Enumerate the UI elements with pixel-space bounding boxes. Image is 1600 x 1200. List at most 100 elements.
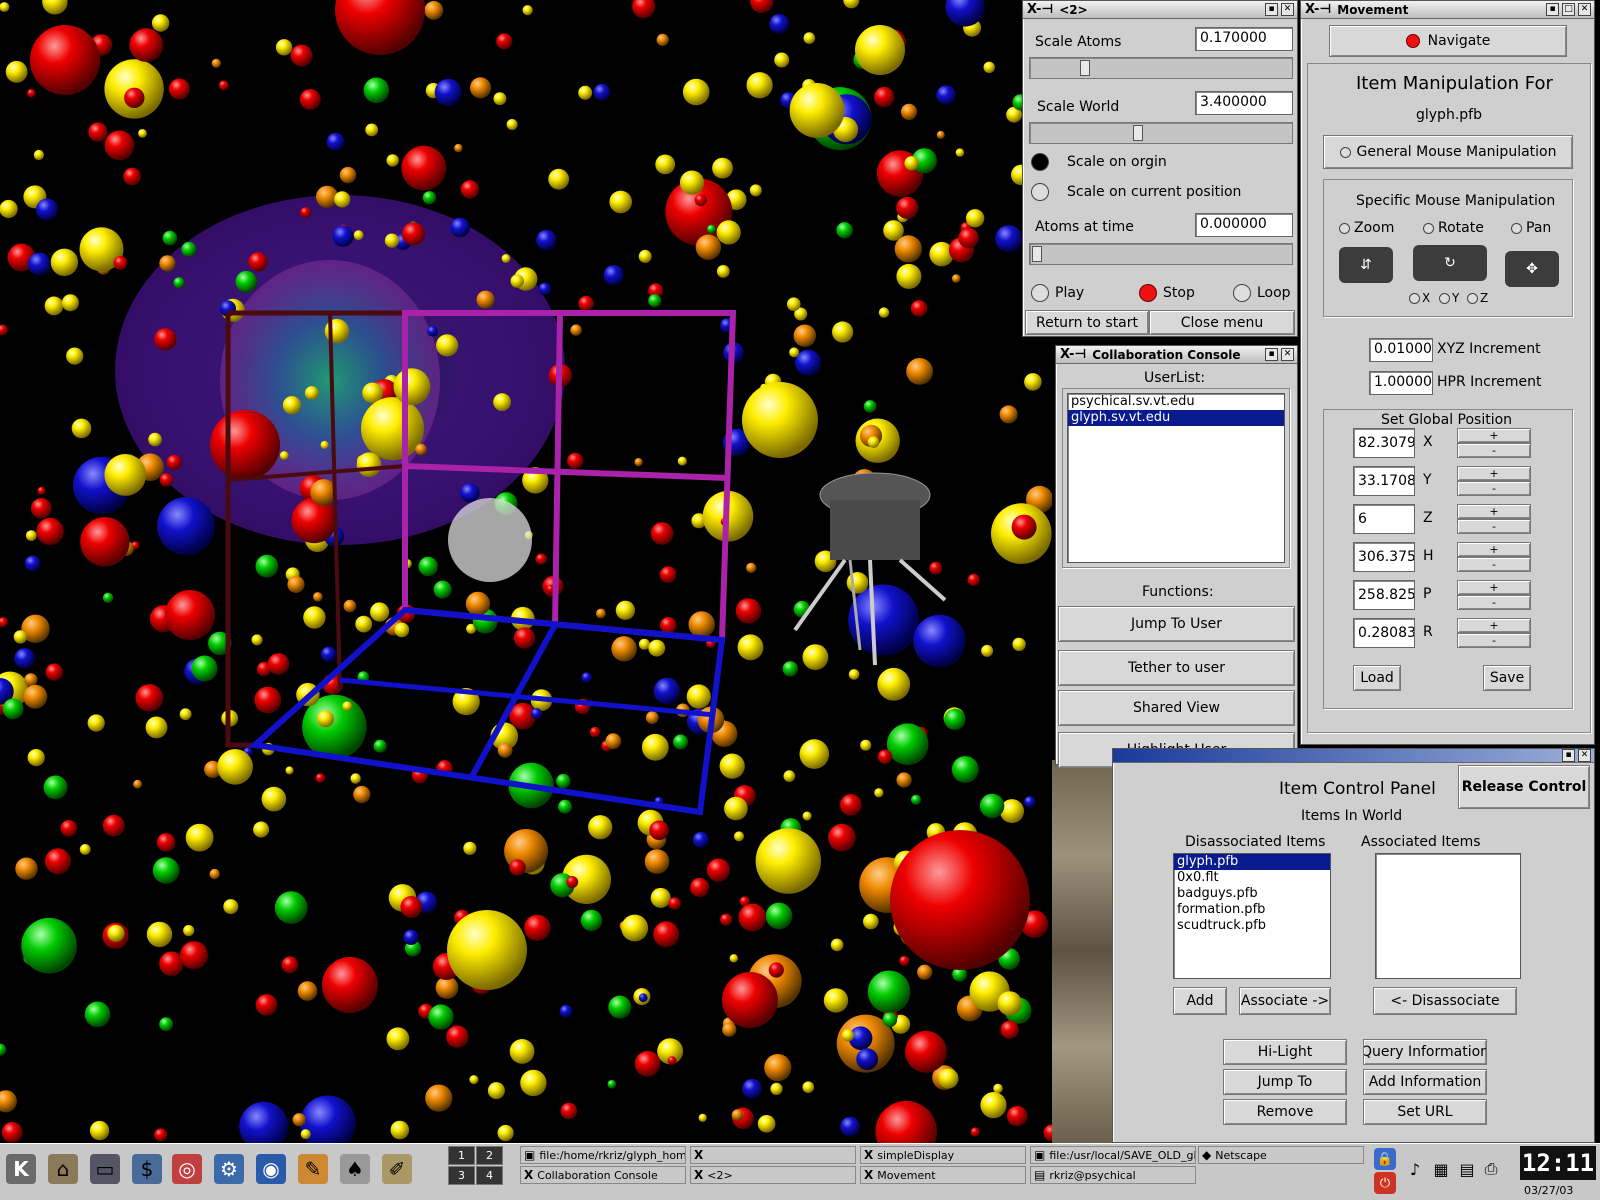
tray-calendar-icon[interactable]: ▦ — [1430, 1156, 1452, 1182]
task-terminal[interactable]: ▤ rkriz@psychical — [1030, 1166, 1196, 1184]
x-axis-radio[interactable] — [1409, 293, 1420, 304]
position-p-decrement-button[interactable]: - — [1457, 595, 1531, 610]
scale-origin-radio[interactable] — [1031, 153, 1049, 171]
shell-icon[interactable]: $ — [132, 1154, 162, 1184]
slider-thumb[interactable] — [1032, 246, 1042, 262]
clock[interactable]: 12:11 — [1520, 1146, 1596, 1180]
associated-items-list[interactable] — [1375, 853, 1521, 979]
browser-icon[interactable]: ◉ — [256, 1154, 286, 1184]
save-button[interactable]: Save — [1483, 665, 1531, 691]
loop-radio[interactable] — [1233, 284, 1251, 302]
associate-button[interactable]: Associate -> — [1239, 987, 1331, 1015]
task-win2[interactable]: X <2> — [690, 1166, 856, 1184]
hilight-button[interactable]: Hi-Light — [1223, 1039, 1347, 1065]
position-r-decrement-button[interactable]: - — [1457, 633, 1531, 648]
task-file-save-old[interactable]: ▣ file:/usr/local/SAVE_OLD_glyp — [1030, 1146, 1196, 1164]
query-information-button[interactable]: Query Information — [1363, 1039, 1487, 1065]
position-h-decrement-button[interactable]: - — [1457, 557, 1531, 572]
pan-icon[interactable]: ✥ — [1505, 251, 1559, 287]
pager-desktop-3[interactable]: 3 — [448, 1166, 475, 1185]
y-axis-radio[interactable] — [1439, 293, 1450, 304]
close-menu-button[interactable]: Close menu — [1149, 310, 1295, 335]
position-h-increment-button[interactable]: + — [1457, 542, 1531, 557]
navigate-radio[interactable] — [1405, 34, 1420, 48]
atoms-time-slider[interactable] — [1029, 243, 1293, 265]
pan-radio[interactable] — [1511, 223, 1522, 234]
stop-radio[interactable] — [1139, 284, 1157, 302]
x-window-icon[interactable]: X-⊣ — [1027, 2, 1053, 17]
tray-mixer-icon[interactable]: ♪ — [1404, 1156, 1426, 1182]
scale-atoms-slider[interactable] — [1029, 57, 1293, 79]
user-list[interactable]: psychical.sv.vt.edu glyph.sv.vt.edu — [1067, 393, 1285, 563]
home-folder-icon[interactable]: ⌂ — [48, 1154, 78, 1184]
x-window-icon[interactable]: X-⊣ — [1305, 2, 1331, 17]
item-glyph[interactable]: glyph.pfb — [1174, 854, 1330, 870]
editor-icon[interactable]: ✐ — [382, 1154, 412, 1184]
scale-world-slider[interactable] — [1029, 122, 1293, 144]
pager-desktop-4[interactable]: 4 — [476, 1166, 503, 1185]
task-movement[interactable]: X Movement — [860, 1166, 1026, 1184]
desktop-icon[interactable]: ▭ — [90, 1154, 120, 1184]
rotate-radio[interactable] — [1423, 223, 1434, 234]
navigate-button[interactable]: Navigate — [1329, 25, 1567, 57]
window-titlebar[interactable]: X-⊣ <2> ▪ ✕ — [1023, 1, 1297, 19]
position-z-increment-button[interactable]: + — [1457, 504, 1531, 519]
add-button[interactable]: Add — [1173, 987, 1227, 1015]
position-r-increment-button[interactable]: + — [1457, 618, 1531, 633]
x-window-icon[interactable]: X-⊣ — [1060, 347, 1086, 362]
minimize-icon[interactable]: ▪ — [1265, 348, 1278, 361]
set-url-button[interactable]: Set URL — [1363, 1099, 1487, 1125]
logout-icon[interactable]: ⏻ — [1374, 1172, 1396, 1194]
maximize-icon[interactable]: □ — [1562, 3, 1575, 16]
task-file-glyph-home[interactable]: ▣file:/home/rkriz/glyph_home/Mu — [520, 1146, 686, 1164]
position-h-input[interactable]: 306.3750 — [1353, 542, 1415, 572]
3d-viewport[interactable] — [0, 0, 1052, 1143]
close-icon[interactable]: ✕ — [1281, 348, 1294, 361]
control-center-icon[interactable]: ⚙ — [214, 1154, 244, 1184]
load-button[interactable]: Load — [1353, 665, 1401, 691]
position-z-decrement-button[interactable]: - — [1457, 519, 1531, 534]
window-titlebar[interactable]: X-⊣ Movement ▪ □ ✕ — [1301, 1, 1594, 19]
release-control-button[interactable]: Release Control — [1458, 765, 1590, 809]
kde-menu-icon[interactable]: K — [6, 1154, 36, 1184]
minimize-icon[interactable]: ▪ — [1562, 749, 1575, 762]
scale-atoms-input[interactable]: 0.170000 — [1195, 27, 1293, 51]
task-x[interactable]: X — [690, 1146, 856, 1164]
position-y-increment-button[interactable]: + — [1457, 466, 1531, 481]
scale-current-radio[interactable] — [1031, 183, 1049, 201]
office-icon[interactable]: ✎ — [298, 1154, 328, 1184]
pager-desktop-2[interactable]: 2 — [476, 1146, 503, 1165]
cards-icon[interactable]: ♠ — [340, 1154, 370, 1184]
tray-printer-icon[interactable]: ⎙ — [1480, 1156, 1502, 1182]
item-0x0[interactable]: 0x0.flt — [1174, 870, 1330, 886]
position-r-input[interactable]: 0.280830 — [1353, 618, 1415, 648]
zoom-icon[interactable]: ⇵ — [1339, 247, 1393, 283]
jump-to-user-button[interactable]: Jump To User — [1058, 606, 1295, 642]
help-icon[interactable]: ◎ — [172, 1154, 202, 1184]
atoms-time-input[interactable]: 0.000000 — [1195, 213, 1293, 237]
window-titlebar[interactable]: X-⊣ Collaboration Console ▪ ✕ — [1056, 346, 1297, 364]
disassociated-items-list[interactable]: glyph.pfb 0x0.flt badguys.pfb formation.… — [1173, 853, 1331, 979]
pager-desktop-1[interactable]: 1 — [448, 1146, 475, 1165]
tether-to-user-button[interactable]: Tether to user — [1058, 650, 1295, 686]
add-information-button[interactable]: Add Information — [1363, 1069, 1487, 1095]
rotate-icon[interactable]: ↻ — [1413, 245, 1487, 281]
shared-view-button[interactable]: Shared View — [1058, 690, 1295, 726]
position-p-increment-button[interactable]: + — [1457, 580, 1531, 595]
item-scudtruck[interactable]: scudtruck.pfb — [1174, 918, 1330, 934]
task-simpledisplay[interactable]: XsimpleDisplay — [860, 1146, 1026, 1164]
close-icon[interactable]: ✕ — [1281, 3, 1294, 16]
close-icon[interactable]: ✕ — [1578, 3, 1591, 16]
user-item-0[interactable]: psychical.sv.vt.edu — [1068, 394, 1284, 410]
remove-button[interactable]: Remove — [1223, 1099, 1347, 1125]
return-to-start-button[interactable]: Return to start — [1025, 310, 1149, 335]
play-radio[interactable] — [1031, 284, 1049, 302]
general-manipulation-radio[interactable] — [1339, 146, 1351, 158]
position-x-increment-button[interactable]: + — [1457, 428, 1531, 443]
position-x-input[interactable]: 82.30799 — [1353, 428, 1415, 458]
tray-clipboard-icon[interactable]: ▤ — [1456, 1156, 1478, 1182]
z-axis-radio[interactable] — [1467, 293, 1478, 304]
hpr-increment-input[interactable]: 1.000000 — [1369, 371, 1433, 395]
position-y-decrement-button[interactable]: - — [1457, 481, 1531, 496]
task-collaboration-console[interactable]: X Collaboration Console — [520, 1166, 686, 1184]
